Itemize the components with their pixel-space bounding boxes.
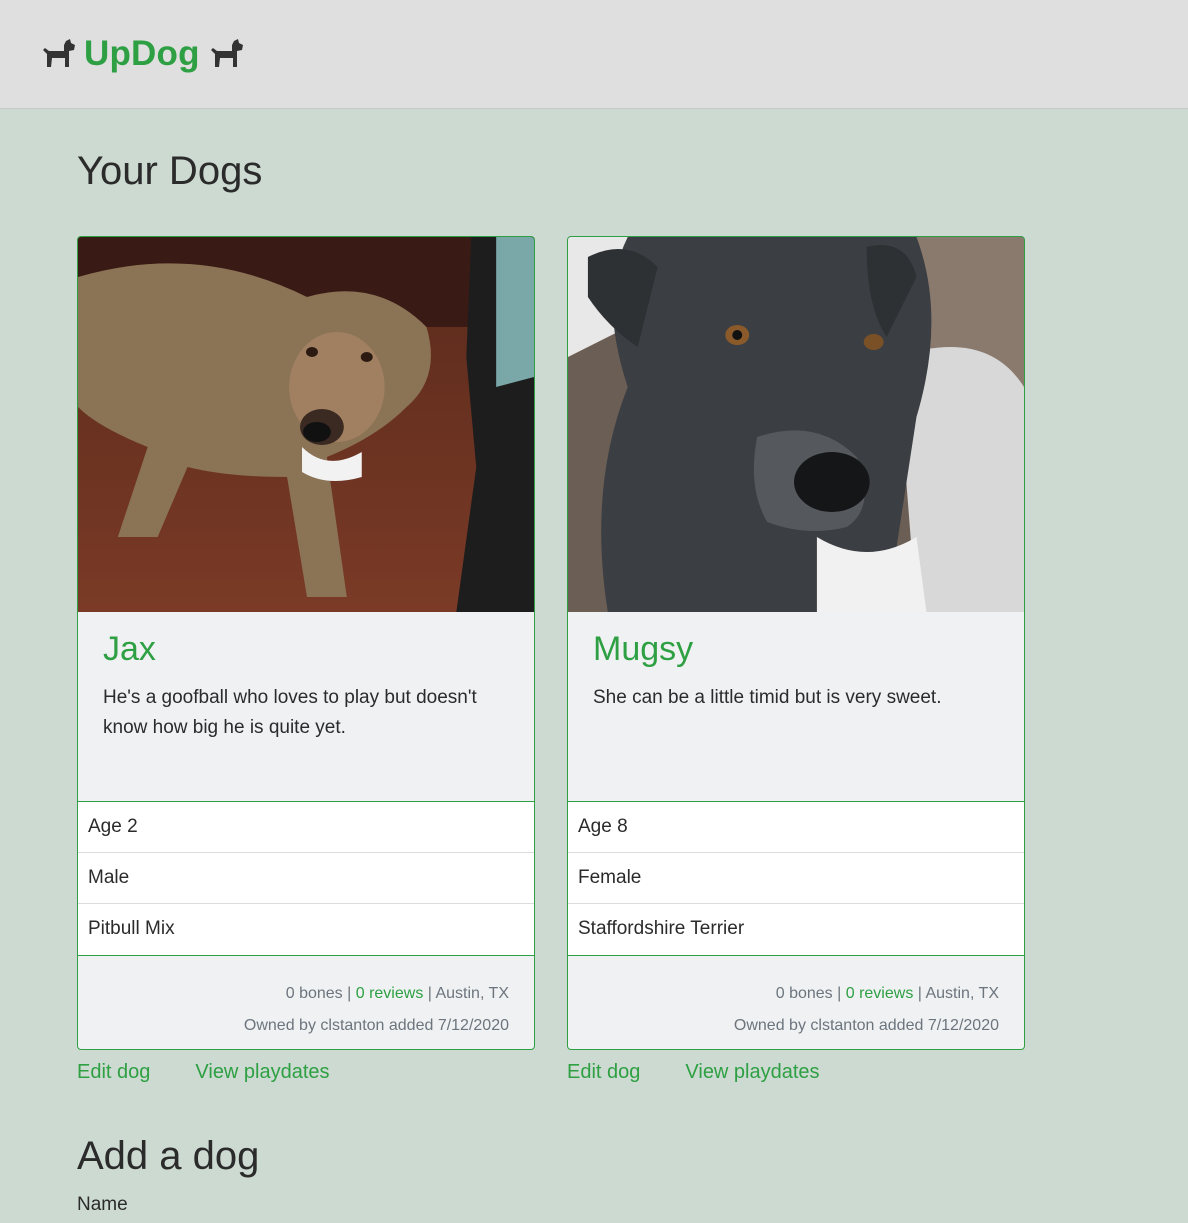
- add-dog-title: Add a dog: [77, 1134, 260, 1178]
- dog-name: Jax: [103, 630, 156, 668]
- dog-owner: Owned by clstanton added 7/12/2020: [243, 1017, 509, 1034]
- dog-stats: 0 bones | 0 reviews | Austin, TX: [568, 978, 999, 1010]
- reviews-link[interactable]: 0 reviews: [846, 985, 914, 1002]
- dog-stats: 0 bones | 0 reviews | Austin, TX: [78, 978, 509, 1010]
- dog-location: Austin, TX: [925, 985, 999, 1002]
- brand-title: UpDog: [84, 34, 200, 73]
- dog-sex: Male: [78, 853, 534, 904]
- dog-photo: [78, 237, 534, 612]
- dog-age: Age 8: [568, 802, 1024, 853]
- dog-attributes: Age 8 Female Staffordshire Terrier: [568, 802, 1024, 956]
- card-actions: Edit dog View playdates: [567, 1061, 820, 1084]
- dog-description: He's a goofball who loves to play but do…: [103, 687, 477, 738]
- separator: |: [347, 985, 352, 1002]
- dog-age: Age 2: [78, 802, 534, 853]
- card-body: Mugsy She can be a little timid but is v…: [568, 612, 1024, 802]
- dog-location: Austin, TX: [435, 985, 509, 1002]
- navbar: UpDog: [0, 0, 1188, 109]
- dog-breed: Pitbull Mix: [88, 918, 175, 939]
- dog-attributes: Age 2 Male Pitbull Mix: [78, 802, 534, 956]
- page-title: Your Dogs: [77, 149, 263, 193]
- dog-photo: [568, 237, 1024, 612]
- dog-icon: [43, 39, 75, 67]
- card-footer: 0 bones | 0 reviews | Austin, TX Owned b…: [568, 956, 1024, 1042]
- dog-breed: Staffordshire Terrier: [578, 918, 745, 939]
- dog-description: She can be a little timid but is very sw…: [593, 687, 942, 708]
- dog-card: Mugsy She can be a little timid but is v…: [567, 236, 1025, 1050]
- view-playdates-link[interactable]: View playdates: [195, 1061, 329, 1084]
- view-playdates-link[interactable]: View playdates: [685, 1061, 819, 1084]
- separator: |: [427, 985, 432, 1002]
- edit-dog-link[interactable]: Edit dog: [77, 1061, 150, 1084]
- name-field-label: Name: [77, 1194, 128, 1215]
- dog-name: Mugsy: [593, 630, 694, 668]
- card-footer: 0 bones | 0 reviews | Austin, TX Owned b…: [78, 956, 534, 1042]
- dog-card: Jax He's a goofball who loves to play bu…: [77, 236, 535, 1050]
- brand-link[interactable]: UpDog: [40, 34, 244, 74]
- card-body: Jax He's a goofball who loves to play bu…: [78, 612, 534, 802]
- reviews-link[interactable]: 0 reviews: [356, 985, 424, 1002]
- separator: |: [917, 985, 922, 1002]
- card-actions: Edit dog View playdates: [77, 1061, 330, 1084]
- bones-count: 0 bones: [775, 985, 833, 1002]
- bones-count: 0 bones: [285, 985, 343, 1002]
- dog-owner: Owned by clstanton added 7/12/2020: [733, 1017, 999, 1034]
- edit-dog-link[interactable]: Edit dog: [567, 1061, 640, 1084]
- separator: |: [837, 985, 842, 1002]
- dog-icon: [210, 39, 243, 67]
- dog-sex: Female: [568, 853, 1024, 904]
